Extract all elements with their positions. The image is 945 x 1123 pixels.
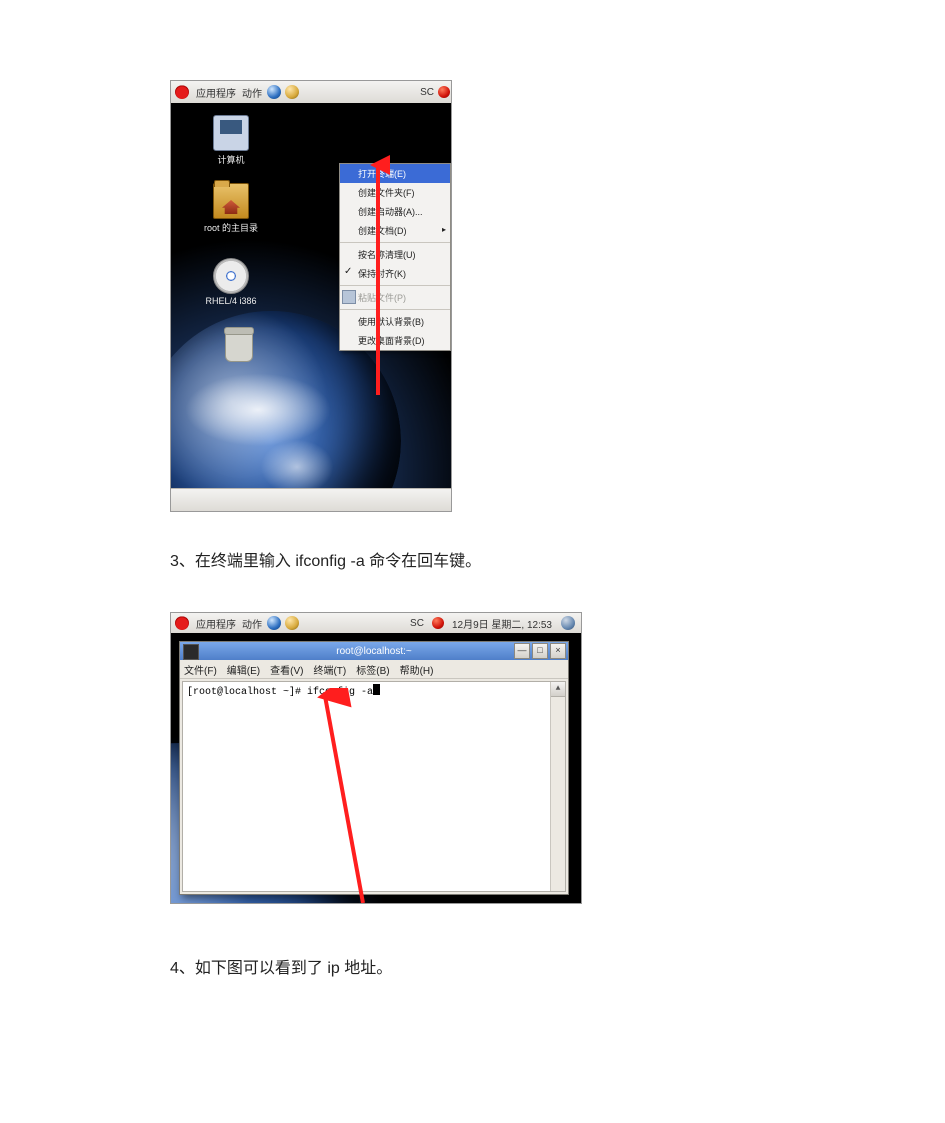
step-4-text: 4、如下图可以看到了 ip 地址。 (170, 954, 770, 984)
annotation-arrow (313, 688, 373, 904)
update-status-icon[interactable] (432, 617, 444, 629)
desktop-icon-label: RHEL/4 i386 (205, 296, 256, 306)
browser-icon[interactable] (267, 85, 281, 99)
panel-menu-actions[interactable]: 动作 (242, 85, 262, 100)
menu-clean-by-name[interactable]: 按名称清理(U) (340, 245, 450, 264)
computer-icon (213, 115, 249, 151)
terminal-icon (183, 644, 199, 660)
desktop-icon-cdrom[interactable]: RHEL/4 i386 (201, 258, 261, 306)
window-minimize-button[interactable]: — (514, 643, 530, 659)
menu-separator (340, 309, 450, 310)
terminal-body[interactable]: [root@localhost ~]# ifconfig -a ▲ (182, 681, 566, 892)
desktop-icon-label: root 的主目录 (204, 223, 258, 233)
input-method-label[interactable]: SC (410, 618, 424, 629)
panel-menu-applications[interactable]: 应用程序 (196, 616, 236, 631)
mail-icon[interactable] (285, 616, 299, 630)
paste-icon (342, 290, 356, 304)
step-3-text: 3、在终端里输入 ifconfig -a 命令在回车键。 (170, 547, 770, 577)
menu-open-terminal[interactable]: 打开终端(E) (340, 164, 450, 183)
scrollbar[interactable]: ▲ (550, 682, 565, 891)
browser-icon[interactable] (267, 616, 281, 630)
desktop-area: root@localhost:~ — □ × 文件(F) 编辑(E) 查看(V)… (171, 633, 581, 903)
menu-tabs[interactable]: 标签(B) (356, 662, 389, 677)
desktop-area[interactable]: 计算机 root 的主目录 RHEL/4 i386 打开终端(E) 创建文件夹(… (171, 103, 451, 511)
panel-menu-applications[interactable]: 应用程序 (196, 85, 236, 100)
desktop-icon-computer[interactable]: 计算机 (201, 115, 261, 166)
window-close-button[interactable]: × (550, 643, 566, 659)
home-folder-icon (213, 183, 249, 219)
menu-edit[interactable]: 编辑(E) (227, 662, 260, 677)
window-title: root@localhost:~ (336, 646, 411, 657)
menu-separator (340, 285, 450, 286)
terminal-line: [root@localhost ~]# ifconfig -a (187, 687, 373, 698)
menu-new-document[interactable]: 创建文档(D)▸ (340, 221, 450, 240)
menu-new-launcher[interactable]: 创建启动器(A)... (340, 202, 450, 221)
desktop-icon-label: 计算机 (217, 155, 244, 165)
gnome-bottom-panel (171, 488, 451, 511)
mail-icon[interactable] (285, 85, 299, 99)
scroll-up-button[interactable]: ▲ (551, 682, 565, 697)
gnome-top-panel: 应用程序 动作 SC (171, 81, 451, 104)
cdrom-icon (213, 258, 249, 294)
menu-terminal[interactable]: 终端(T) (313, 662, 346, 677)
desktop-context-menu: 打开终端(E) 创建文件夹(F) 创建启动器(A)... 创建文档(D)▸ 按名… (339, 163, 451, 351)
menu-keep-aligned[interactable]: ✓保持对齐(K) (340, 264, 450, 283)
gnome-top-panel: 应用程序 动作 SC 12月9日 星期二, 12:53 (171, 613, 581, 634)
volume-icon[interactable] (561, 616, 575, 630)
panel-menu-actions[interactable]: 动作 (242, 616, 262, 631)
menu-separator (340, 242, 450, 243)
redhat-icon (175, 616, 189, 630)
redhat-icon (175, 85, 189, 99)
window-maximize-button[interactable]: □ (532, 643, 548, 659)
update-status-icon[interactable] (438, 86, 450, 98)
terminal-menubar: 文件(F) 编辑(E) 查看(V) 终端(T) 标签(B) 帮助(H) (180, 660, 568, 679)
menu-default-background[interactable]: 使用默认背景(B) (340, 312, 450, 331)
desktop-icon-trash[interactable] (209, 328, 269, 364)
menu-new-folder[interactable]: 创建文件夹(F) (340, 183, 450, 202)
clock[interactable]: 12月9日 星期二, 12:53 (452, 616, 552, 631)
input-method-label[interactable]: SC (420, 87, 434, 98)
screenshot-desktop: 应用程序 动作 SC 计算机 root 的主目录 RHEL/4 i386 (170, 80, 452, 512)
menu-change-background[interactable]: 更改桌面背景(D) (340, 331, 450, 350)
menu-file[interactable]: 文件(F) (184, 662, 217, 677)
screenshot-terminal: 应用程序 动作 SC 12月9日 星期二, 12:53 root@localho… (170, 612, 582, 904)
desktop-icon-home[interactable]: root 的主目录 (201, 183, 261, 234)
check-icon: ✓ (344, 266, 352, 277)
menu-help[interactable]: 帮助(H) (400, 662, 434, 677)
terminal-cursor (373, 684, 380, 695)
trash-icon (225, 330, 253, 362)
submenu-arrow-icon: ▸ (442, 225, 446, 234)
terminal-window[interactable]: root@localhost:~ — □ × 文件(F) 编辑(E) 查看(V)… (179, 641, 569, 895)
menu-paste: 粘贴文件(P) (340, 288, 450, 307)
terminal-titlebar[interactable]: root@localhost:~ — □ × (180, 642, 568, 660)
menu-view[interactable]: 查看(V) (270, 662, 303, 677)
